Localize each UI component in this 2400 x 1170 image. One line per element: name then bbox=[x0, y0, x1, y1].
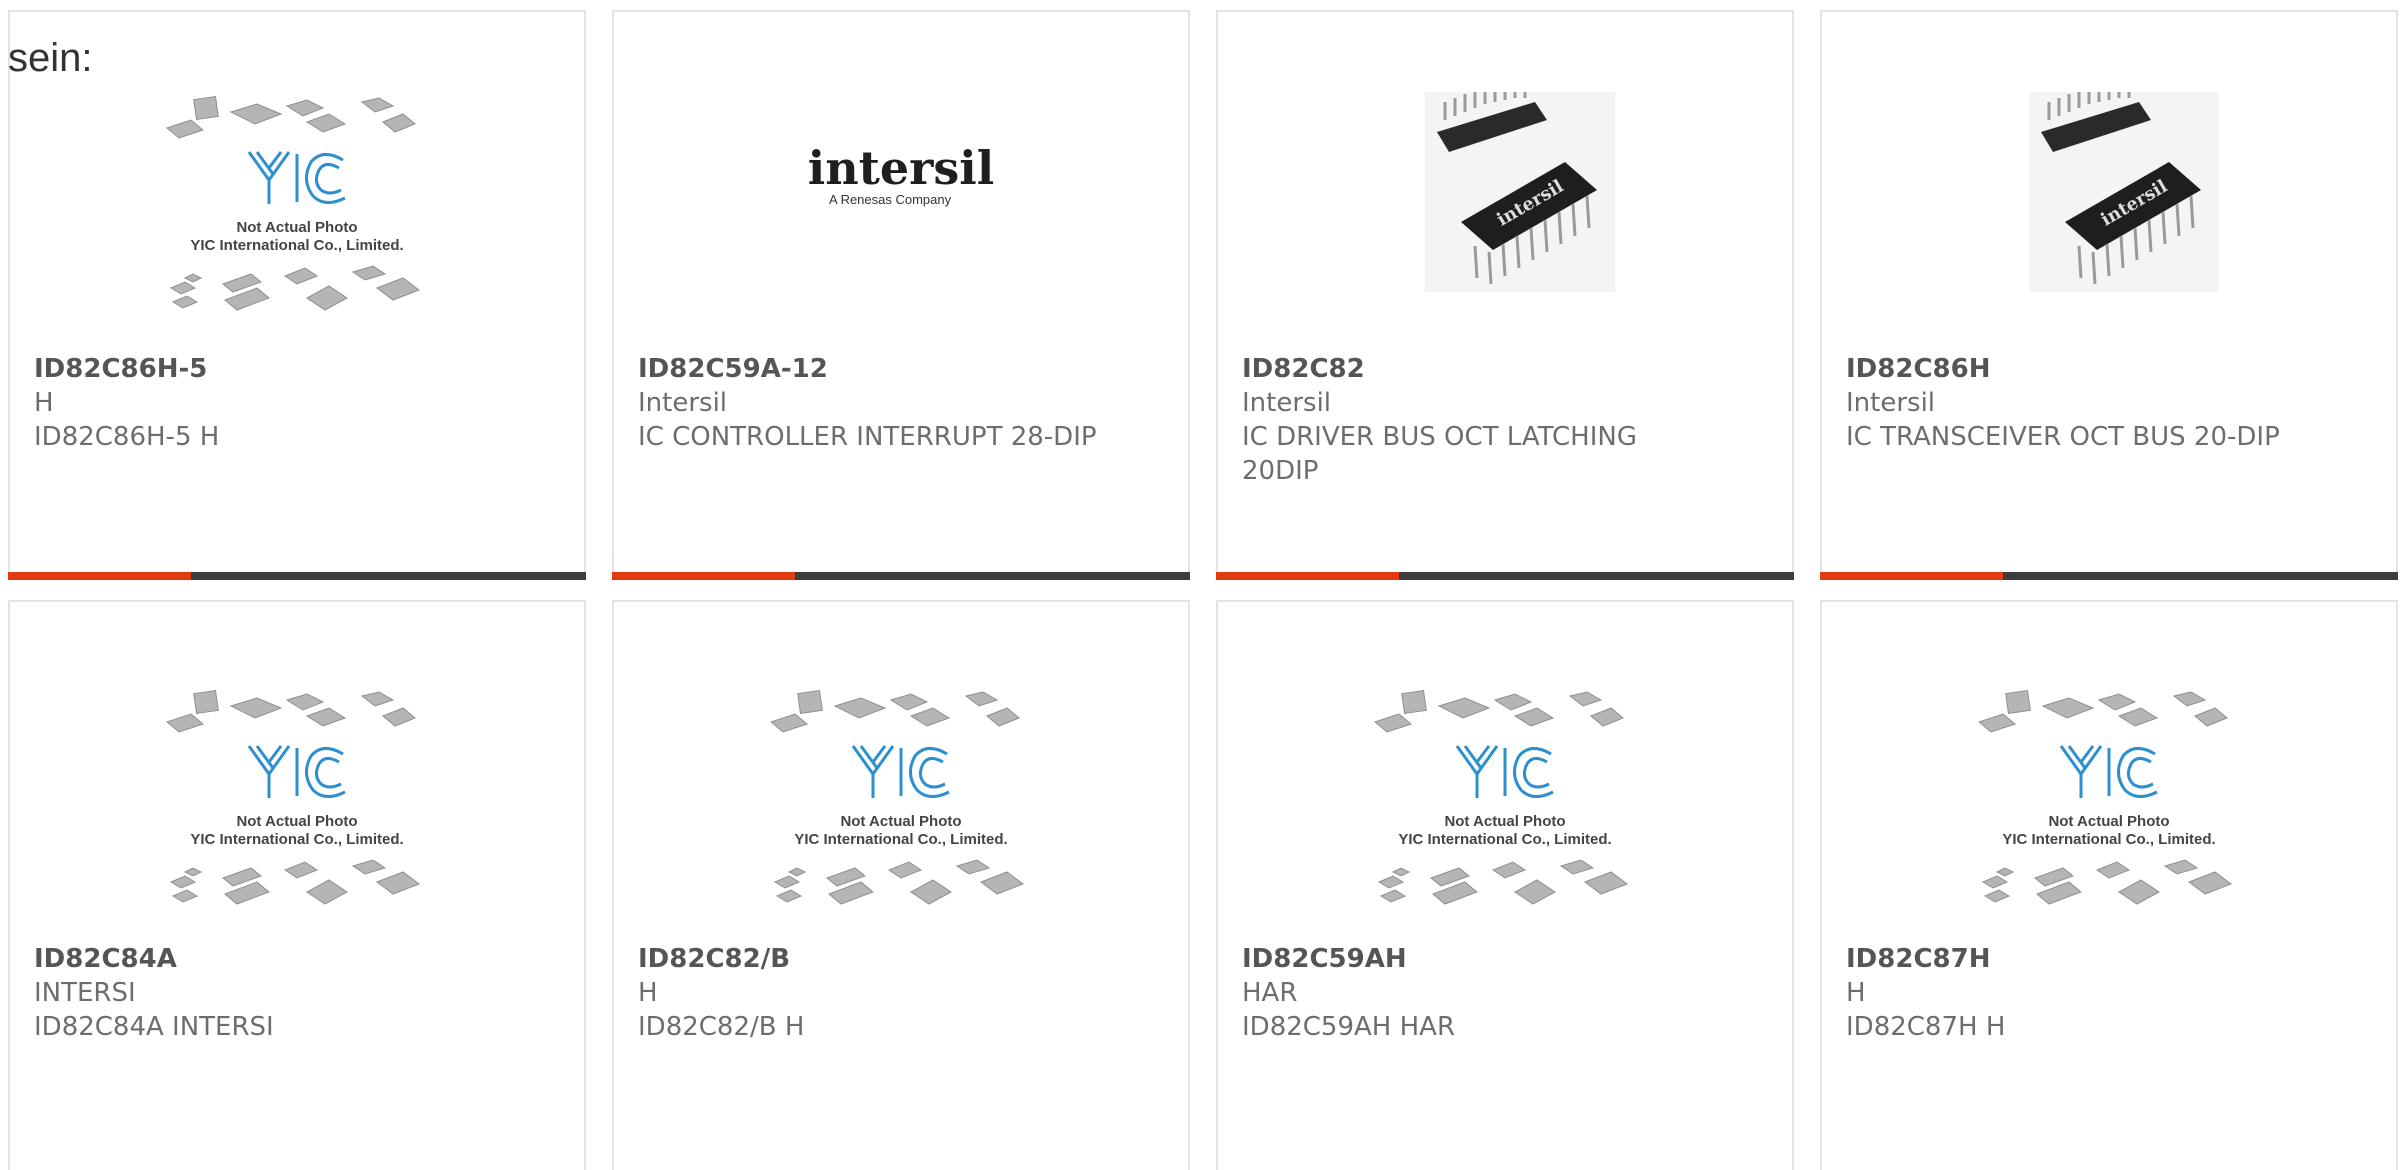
yic-placeholder-image: Not Actual Photo YIC International Co., … bbox=[1373, 690, 1629, 905]
intersil-wordmark: intersil bbox=[808, 141, 995, 195]
manufacturer: H bbox=[638, 978, 658, 1008]
product-info: ID82C82/B H ID82C82/B H bbox=[638, 942, 1108, 1044]
description: ID82C87H H bbox=[1846, 1012, 2006, 1042]
product-card[interactable]: Not Actual Photo YIC International Co., … bbox=[1820, 600, 2398, 1170]
description: ID82C84A INTERSI bbox=[34, 1012, 274, 1042]
part-number[interactable]: ID82C59AH bbox=[1242, 942, 1712, 976]
yic-placeholder-image: Not Actual Photo YIC International Co., … bbox=[1977, 690, 2233, 905]
card-bottom-bar bbox=[1216, 572, 1794, 580]
product-image[interactable]: intersil A Renesas Company bbox=[761, 92, 1041, 332]
yic-placeholder-image: Not Actual Photo YIC International Co., … bbox=[769, 690, 1025, 905]
placeholder-caption-2: YIC International Co., Limited. bbox=[2002, 831, 2215, 848]
product-image[interactable]: intersil bbox=[1365, 92, 1645, 332]
product-info: ID82C86H Intersil IC TRANSCEIVER OCT BUS… bbox=[1846, 352, 2316, 454]
product-info: ID82C59AH HAR ID82C59AH HAR bbox=[1242, 942, 1712, 1044]
page-heading: sein: bbox=[8, 36, 93, 80]
part-number[interactable]: ID82C82/B bbox=[638, 942, 1108, 976]
manufacturer: Intersil bbox=[1846, 388, 1936, 418]
placeholder-caption-2: YIC International Co., Limited. bbox=[1398, 831, 1611, 848]
manufacturer: H bbox=[34, 388, 54, 418]
product-image[interactable]: intersil bbox=[1969, 92, 2249, 332]
description: ID82C82/B H bbox=[638, 1012, 805, 1042]
intersil-logo-image: intersil A Renesas Company bbox=[808, 141, 995, 207]
placeholder-caption-1: Not Actual Photo bbox=[2048, 813, 2169, 830]
product-image[interactable]: Not Actual Photo YIC International Co., … bbox=[1365, 686, 1645, 926]
card-accent bbox=[1216, 572, 1399, 580]
product-image[interactable]: Not Actual Photo YIC International Co., … bbox=[761, 686, 1041, 926]
product-card[interactable]: Not Actual Photo YIC International Co., … bbox=[8, 600, 586, 1170]
product-info: ID82C86H-5 H ID82C86H-5 H bbox=[34, 352, 504, 454]
product-info: ID82C59A-12 Intersil IC CONTROLLER INTER… bbox=[638, 352, 1108, 454]
manufacturer: INTERSI bbox=[34, 978, 136, 1008]
card-accent bbox=[8, 572, 191, 580]
description: ID82C59AH HAR bbox=[1242, 1012, 1456, 1042]
placeholder-caption-1: Not Actual Photo bbox=[840, 813, 961, 830]
card-accent bbox=[612, 572, 795, 580]
manufacturer: H bbox=[1846, 978, 1866, 1008]
placeholder-caption-1: Not Actual Photo bbox=[236, 219, 357, 236]
card-bottom-bar bbox=[612, 572, 1190, 580]
placeholder-caption-1: Not Actual Photo bbox=[1444, 813, 1565, 830]
description: IC TRANSCEIVER OCT BUS 20-DIP bbox=[1846, 422, 2280, 452]
product-image[interactable]: Not Actual Photo YIC International Co., … bbox=[157, 92, 437, 332]
part-number[interactable]: ID82C86H bbox=[1846, 352, 2316, 386]
description: IC CONTROLLER INTERRUPT 28-DIP bbox=[638, 422, 1097, 452]
product-info: ID82C82 Intersil IC DRIVER BUS OCT LATCH… bbox=[1242, 352, 1712, 488]
product-info: ID82C84A INTERSI ID82C84A INTERSI bbox=[34, 942, 504, 1044]
product-card[interactable]: intersil ID82C82 Intersil IC DRIVER BUS … bbox=[1216, 10, 1794, 580]
part-number[interactable]: ID82C86H-5 bbox=[34, 352, 504, 386]
part-number[interactable]: ID82C84A bbox=[34, 942, 504, 976]
manufacturer: HAR bbox=[1242, 978, 1298, 1008]
yic-placeholder-image: Not Actual Photo YIC International Co., … bbox=[165, 96, 421, 311]
card-bottom-bar bbox=[1820, 572, 2398, 580]
product-card[interactable]: intersil A Renesas Company ID82C59A-12 I… bbox=[612, 10, 1190, 580]
manufacturer: Intersil bbox=[1242, 388, 1332, 418]
product-image[interactable]: Not Actual Photo YIC International Co., … bbox=[1969, 686, 2249, 926]
description: IC DRIVER BUS OCT LATCHING 20DIP bbox=[1242, 422, 1637, 486]
product-card[interactable]: intersil ID82C86H Intersil IC TRANSCEIVE… bbox=[1820, 10, 2398, 580]
product-card[interactable]: Not Actual Photo YIC International Co., … bbox=[612, 600, 1190, 1170]
description: ID82C86H-5 H bbox=[34, 422, 220, 452]
dip-chip-photo: intersil bbox=[2029, 92, 2219, 292]
part-number[interactable]: ID82C82 bbox=[1242, 352, 1712, 386]
placeholder-caption-2: YIC International Co., Limited. bbox=[190, 831, 403, 848]
product-grid: Not Actual Photo YIC International Co., … bbox=[8, 10, 2400, 1170]
product-card[interactable]: Not Actual Photo YIC International Co., … bbox=[1216, 600, 1794, 1170]
product-card[interactable]: Not Actual Photo YIC International Co., … bbox=[8, 10, 586, 580]
part-number[interactable]: ID82C87H bbox=[1846, 942, 2316, 976]
placeholder-caption-2: YIC International Co., Limited. bbox=[794, 831, 1007, 848]
product-image[interactable]: Not Actual Photo YIC International Co., … bbox=[157, 686, 437, 926]
part-number[interactable]: ID82C59A-12 bbox=[638, 352, 1108, 386]
manufacturer: Intersil bbox=[638, 388, 728, 418]
product-info: ID82C87H H ID82C87H H bbox=[1846, 942, 2316, 1044]
yic-placeholder-image: Not Actual Photo YIC International Co., … bbox=[165, 690, 421, 905]
intersil-tagline: A Renesas Company bbox=[829, 192, 952, 207]
card-bottom-bar bbox=[8, 572, 586, 580]
placeholder-caption-1: Not Actual Photo bbox=[236, 813, 357, 830]
dip-chip-photo: intersil bbox=[1425, 92, 1615, 292]
card-accent bbox=[1820, 572, 2003, 580]
placeholder-caption-2: YIC International Co., Limited. bbox=[190, 237, 403, 254]
